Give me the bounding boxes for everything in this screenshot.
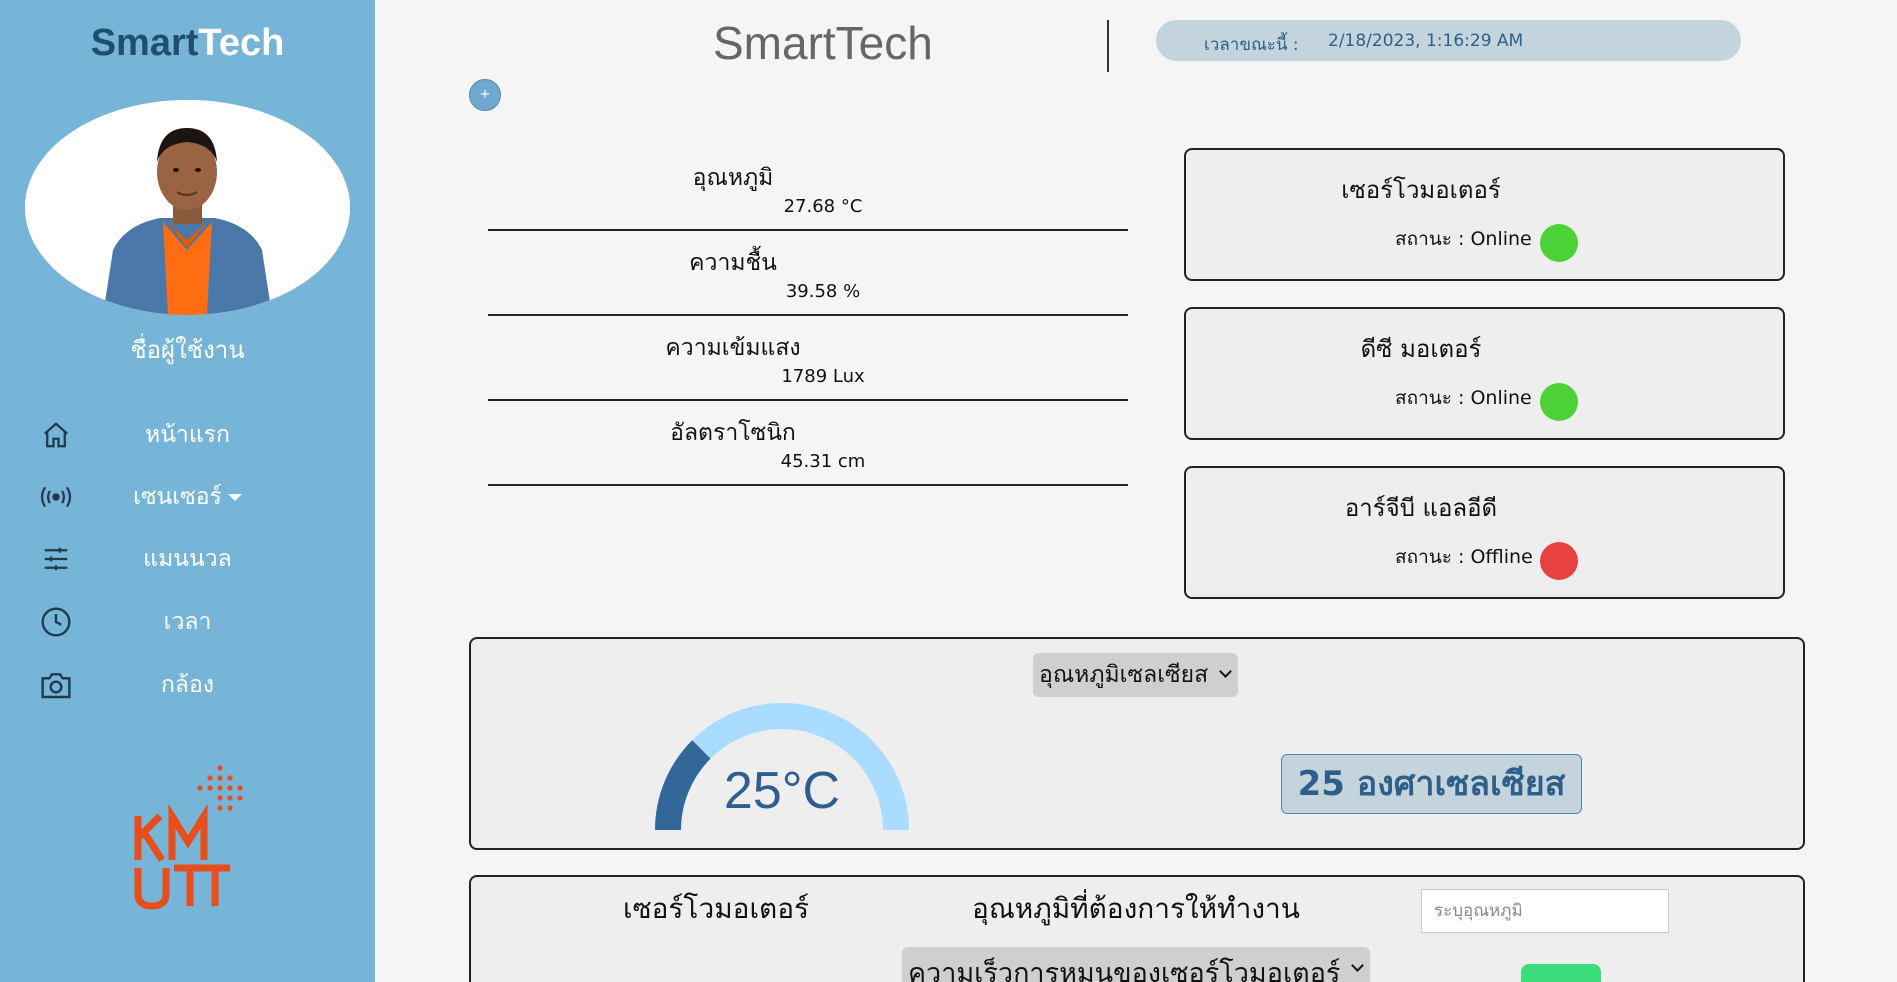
- kmutt-logo: [130, 760, 270, 910]
- sidebar-item-label: หน้าแรก: [145, 422, 230, 448]
- brand-logo: SmartTech: [0, 22, 375, 65]
- page-title: SmartTech: [713, 17, 933, 69]
- chevron-down-icon: [1219, 665, 1233, 678]
- reading-name: อัลตราโซนิก: [670, 420, 796, 446]
- select-value: ความเร็วการหมุนของเซอร์โวมอเตอร์: [908, 958, 1341, 982]
- current-time-bar: เวลาขณะนี้ : 2/18/2023, 1:16:29 AM: [1156, 20, 1741, 61]
- sidebar-item-sensor[interactable]: เซนเซอร์: [0, 472, 375, 522]
- status-indicator: [1540, 383, 1578, 421]
- target-temp-label: อุณหภูมิที่ต้องการให้ทำงาน: [972, 892, 1300, 925]
- target-temp-input[interactable]: [1421, 889, 1669, 933]
- device-card-rgb-led[interactable]: อาร์จีบี แอลอีดี สถานะ : Offline: [1184, 466, 1785, 599]
- reading-value: 27.68 °C: [783, 196, 863, 217]
- device-status: สถานะ : Online: [1395, 228, 1532, 250]
- device-label: เซอร์โวมอเตอร์: [623, 892, 810, 925]
- sidebar-item-label: แมนนวล: [143, 546, 232, 572]
- reading-ultrasonic: อัลตราโซนิก 45.31 cm: [488, 401, 1128, 486]
- header-divider: [1107, 20, 1109, 72]
- add-button[interactable]: +: [469, 79, 501, 111]
- device-card-dc-motor[interactable]: ดีซี มอเตอร์ สถานะ : Online: [1184, 307, 1785, 440]
- device-status: สถานะ : Offline: [1395, 546, 1533, 568]
- servo-control-panel: เซอร์โวมอเตอร์ อุณหภูมิที่ต้องการให้ทำงา…: [469, 875, 1805, 982]
- sidebar-item-camera[interactable]: กล้อง: [0, 660, 375, 710]
- reading-temperature: อุณหภูมิ 27.68 °C: [488, 146, 1128, 231]
- reading-light: ความเข้มแสง 1789 Lux: [488, 316, 1128, 401]
- sidebar-item-label: เวลา: [163, 609, 212, 635]
- reading-value: 39.58 %: [785, 281, 861, 302]
- temperature-unit-select[interactable]: อุณหภูมิเซลเซียส: [1033, 653, 1239, 697]
- reading-humidity: ความชื้น 39.58 %: [488, 231, 1128, 316]
- sidebar-item-sensor-label-wrap: เซนเซอร์: [0, 479, 375, 515]
- reading-name: ความเข้มแสง: [665, 335, 801, 361]
- status-indicator: [1540, 224, 1578, 262]
- reading-name: ความชื้น: [689, 250, 777, 276]
- caret-down-icon: [227, 494, 242, 501]
- sidebar-item-manual[interactable]: แมนนวล: [0, 534, 375, 584]
- submit-button[interactable]: [1521, 964, 1601, 982]
- reading-name: อุณหภูมิ: [692, 165, 774, 191]
- device-card-servo[interactable]: เซอร์โวมอเตอร์ สถานะ : Online: [1184, 148, 1785, 281]
- gauge-value: 25°C: [723, 762, 841, 820]
- avatar: [25, 100, 350, 315]
- brand-part2: Tech: [198, 22, 285, 64]
- username: ชื่อผู้ใช้งาน: [130, 336, 245, 364]
- device-name: ดีซี มอเตอร์: [1360, 335, 1482, 363]
- sidebar-item-time[interactable]: เวลา: [0, 597, 375, 647]
- chevron-down-icon: [1351, 959, 1365, 972]
- servo-speed-select[interactable]: ความเร็วการหมุนของเซอร์โวมอเตอร์: [902, 947, 1371, 982]
- sidebar-item-label: เซนเซอร์: [133, 484, 222, 510]
- device-status: สถานะ : Online: [1395, 387, 1532, 409]
- reading-value: 1789 Lux: [781, 366, 865, 387]
- reading-value: 45.31 cm: [780, 451, 866, 472]
- device-name: อาร์จีบี แอลอีดี: [1344, 494, 1498, 522]
- select-value: อุณหภูมิเซลเซียส: [1039, 662, 1209, 688]
- sidebar: SmartTech ชื่อผู้ใช้งาน หน้าแรก เซนเซอร์…: [0, 0, 375, 982]
- sidebar-item-home[interactable]: หน้าแรก: [0, 410, 375, 460]
- status-indicator: [1540, 542, 1578, 580]
- temperature-gauge-panel: อุณหภูมิเซลเซียส 25°C 25 องศาเซลเซียส: [469, 637, 1805, 850]
- brand-part1: Smart: [90, 22, 199, 64]
- time-value: 2/18/2023, 1:16:29 AM: [1328, 31, 1524, 51]
- temperature-badge: 25 องศาเซลเซียส: [1281, 754, 1582, 814]
- sidebar-item-label: กล้อง: [160, 672, 215, 698]
- device-name: เซอร์โวมอเตอร์: [1341, 176, 1501, 204]
- time-label: เวลาขณะนี้ :: [1204, 35, 1299, 55]
